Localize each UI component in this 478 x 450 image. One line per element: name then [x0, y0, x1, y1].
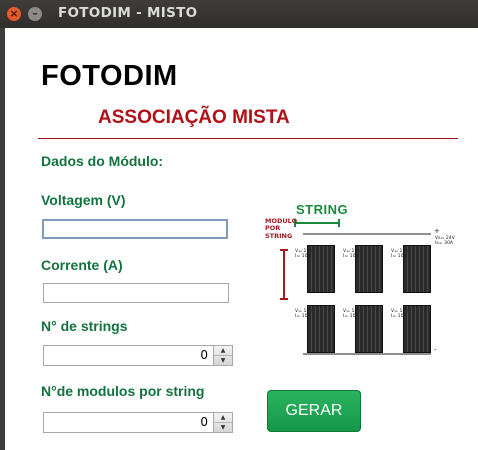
main-window: FOTODIM ASSOCIAÇÃO MISTA Dados do Módulo…: [5, 28, 478, 450]
plus-sign: +: [434, 227, 440, 235]
arrow-up-icon[interactable]: ▲: [214, 346, 232, 356]
module-spec-current: I= 10A: [343, 314, 359, 319]
app-name: FOTODIM: [41, 60, 178, 92]
header-divider: [38, 138, 458, 139]
strings-value[interactable]: 0: [200, 348, 208, 362]
voltage-input[interactable]: [42, 219, 228, 239]
strings-spinner[interactable]: 0 ▲ ▼: [43, 345, 233, 366]
modules-label: N°de modulos por string: [41, 383, 205, 399]
module-spec-current: I= 10A: [295, 254, 311, 259]
modules-spinner[interactable]: 0 ▲ ▼: [43, 412, 233, 433]
page-subtitle: ASSOCIAÇÃO MISTA: [98, 107, 290, 128]
minimize-icon[interactable]: –: [28, 7, 42, 21]
modulo-por-string-label: MODULO POR STRING: [265, 217, 298, 240]
arrow-down-icon[interactable]: ▼: [214, 356, 232, 365]
strings-label: N° de strings: [41, 318, 128, 334]
voltage-label: Voltagem (V): [41, 192, 126, 208]
modules-value[interactable]: 0: [200, 415, 208, 429]
arrow-up-icon[interactable]: ▲: [214, 413, 232, 423]
strings-spin-buttons[interactable]: ▲ ▼: [213, 346, 232, 365]
minus-sign: -: [434, 346, 437, 354]
module-spec-current: I= 10A: [391, 314, 407, 319]
output-current: Is= 30A: [435, 241, 454, 246]
window-title: FOTODIM - MISTO: [58, 5, 198, 21]
current-label: Corrente (A): [41, 257, 123, 273]
current-input[interactable]: [43, 283, 229, 303]
close-icon[interactable]: ×: [7, 7, 21, 21]
section-label: Dados do Módulo:: [41, 153, 164, 169]
gerar-button[interactable]: GERAR: [267, 390, 361, 432]
module-spec-current: I= 10A: [295, 314, 311, 319]
module-spec-current: I= 10A: [391, 254, 407, 259]
window-titlebar[interactable]: × – FOTODIM - MISTO: [0, 0, 478, 28]
module-spec-current: I= 10A: [343, 254, 359, 259]
arrow-down-icon[interactable]: ▼: [214, 423, 232, 432]
modules-spin-buttons[interactable]: ▲ ▼: [213, 413, 232, 432]
association-diagram: STRING MODULO POR STRING V= 12V I= 10A V= …: [263, 198, 463, 358]
